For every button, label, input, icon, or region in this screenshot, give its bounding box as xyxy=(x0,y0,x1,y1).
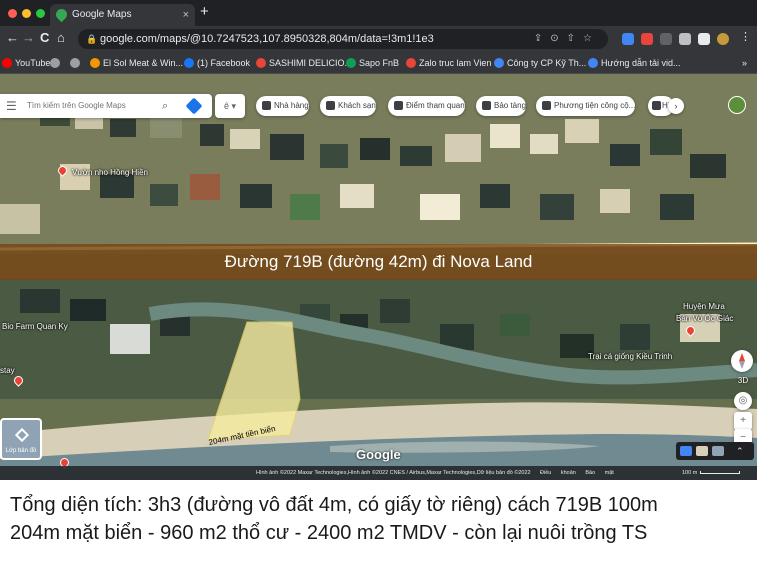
terrain-icon[interactable] xyxy=(712,446,724,456)
minimize-window-button[interactable] xyxy=(22,9,31,18)
road-banner: Đường 719B (đường 42m) đi Nova Land xyxy=(0,244,757,280)
transit-icon xyxy=(542,101,551,110)
museum-icon xyxy=(482,101,491,110)
search-icon[interactable]: ⌕ xyxy=(162,94,168,118)
close-tab-icon[interactable]: × xyxy=(183,4,189,26)
scale-label[interactable]: 100 m xyxy=(682,466,697,480)
zoom-in-button[interactable]: + xyxy=(734,412,752,430)
lock-icon: 🔒 xyxy=(86,34,98,44)
globe-icon xyxy=(50,58,60,68)
scale-bar xyxy=(700,471,740,474)
back-button[interactable]: ← xyxy=(6,30,19,45)
compass-south-icon xyxy=(739,361,745,369)
restaurant-icon xyxy=(262,101,271,110)
google-logo: Google xyxy=(356,447,401,462)
bookmark-sapo[interactable]: Sapo FnB xyxy=(346,52,399,74)
caption-line-1: Tổng diện tích: 3h3 (đường vô đất 4m, có… xyxy=(10,494,658,516)
place-label[interactable]: Trại cá giống Kiều Trinh xyxy=(588,352,672,361)
place-label[interactable]: stay xyxy=(0,366,15,375)
layers-icon xyxy=(14,427,30,443)
tab-google-maps[interactable]: Google Maps × xyxy=(50,4,195,26)
expand-icon[interactable]: ⌃ xyxy=(736,446,748,456)
bookmark-item[interactable] xyxy=(50,52,63,74)
bookmark-zalo[interactable]: Zalo truc lam Vien xyxy=(406,52,491,74)
puzzle-icon[interactable] xyxy=(679,33,691,45)
place-label[interactable]: Vườn nho Hồng Hiền xyxy=(72,168,148,177)
map-search-box[interactable]: ☰ Tìm kiếm trên Google Maps ⌕ xyxy=(0,94,212,118)
browser-window: Google Maps × + ← → C ⌂ 🔒 google.com/map… xyxy=(0,0,757,480)
bookmark-item[interactable] xyxy=(70,52,83,74)
sidebar-icon[interactable] xyxy=(698,33,710,45)
3d-toggle-button[interactable]: 3D xyxy=(733,376,753,385)
browser-menu-icon[interactable]: ⋮ xyxy=(740,30,751,43)
compass-control[interactable] xyxy=(731,350,753,372)
bookmark-youtube[interactable]: YouTube xyxy=(2,52,50,74)
attribution-links[interactable]: Điều khoản Bảo mật xyxy=(540,466,614,480)
account-avatar[interactable] xyxy=(728,96,746,114)
site-icon xyxy=(90,58,100,68)
search-input[interactable]: Tìm kiếm trên Google Maps xyxy=(27,101,126,110)
bookmark-sashimi[interactable]: SASHIMI DELICIO... xyxy=(256,52,352,74)
reload-button[interactable]: C xyxy=(40,30,49,45)
attraction-icon xyxy=(394,101,403,110)
directions-icon[interactable] xyxy=(185,97,203,115)
tab-title: Google Maps xyxy=(72,9,132,20)
map-canvas[interactable]: ☰ Tìm kiếm trên Google Maps ⌕ ê ▾ Nhà hà… xyxy=(0,74,757,480)
caption-line-2: 204m mặt biển - 960 m2 thổ cư - 2400 m2 … xyxy=(10,522,648,544)
map-attribution-bar: Hình ảnh ©2022 Maxar Technologies,Hình ả… xyxy=(0,466,757,480)
attribution-text: Hình ảnh ©2022 Maxar Technologies,Hình ả… xyxy=(256,470,531,476)
extension-icon[interactable] xyxy=(622,33,634,45)
bookmark-el-sol[interactable]: El Sol Meat & Win... xyxy=(90,52,183,74)
browser-toolbar: ← → C ⌂ 🔒 google.com/maps/@10.7247523,10… xyxy=(0,26,757,52)
place-label[interactable]: Huyện Mưa xyxy=(683,302,725,311)
url-text: google.com/maps/@10.7247523,107.8950328,… xyxy=(100,33,434,45)
site-icon xyxy=(494,58,504,68)
home-button[interactable]: ⌂ xyxy=(57,30,65,45)
bookmark-huong-dan[interactable]: Hướng dẫn tải vid... xyxy=(588,52,680,74)
chip-transit[interactable]: Phương tiện công cộ... xyxy=(536,96,636,116)
street-view-icon[interactable] xyxy=(680,446,692,456)
site-icon xyxy=(406,58,416,68)
profile-avatar[interactable] xyxy=(717,33,729,45)
site-icon xyxy=(346,58,356,68)
menu-icon[interactable]: ☰ xyxy=(6,94,17,118)
bookmarks-overflow-button[interactable]: » xyxy=(742,52,747,74)
place-label[interactable]: Bio Farm Quan Ky xyxy=(2,322,68,331)
compass-north-icon xyxy=(739,353,745,361)
google-maps-favicon-icon xyxy=(53,6,70,23)
address-bar[interactable]: 🔒 google.com/maps/@10.7247523,107.895032… xyxy=(78,29,608,49)
site-icon xyxy=(588,58,598,68)
chip-attractions[interactable]: Điểm tham quan xyxy=(388,96,465,116)
forward-button[interactable]: → xyxy=(22,30,35,45)
my-location-button[interactable]: ◎ xyxy=(734,392,752,410)
youtube-icon xyxy=(2,58,12,68)
maximize-window-button[interactable] xyxy=(36,9,45,18)
layers-button[interactable]: Lớp bản đồ xyxy=(0,418,42,460)
transliteration-button[interactable]: ê ▾ xyxy=(215,94,245,118)
globe-icon xyxy=(70,58,80,68)
map-mini-toolbar: ⌃ xyxy=(676,442,754,460)
chip-restaurants[interactable]: Nhà hàng xyxy=(256,96,309,116)
chips-next-button[interactable]: › xyxy=(668,98,684,114)
chip-hotels[interactable]: Khách sạn xyxy=(320,96,376,116)
facebook-icon xyxy=(184,58,194,68)
bookmark-cong-ty[interactable]: Công ty CP Kỹ Th... xyxy=(494,52,586,74)
bookmark-facebook[interactable]: (1) Facebook xyxy=(184,52,250,74)
close-window-button[interactable] xyxy=(8,9,17,18)
more-icon xyxy=(652,101,661,110)
extension-icon[interactable] xyxy=(660,33,672,45)
omnibox-action-icons[interactable]: ⇪⊙⇧☆ xyxy=(534,29,600,49)
chip-museums[interactable]: Bảo tàng xyxy=(476,96,527,116)
hotel-icon xyxy=(326,101,335,110)
bookmarks-bar: YouTube El Sol Meat & Win... (1) Faceboo… xyxy=(0,52,757,74)
extension-icon[interactable] xyxy=(641,33,653,45)
new-tab-button[interactable]: + xyxy=(200,3,209,20)
tab-bar: Google Maps × + xyxy=(0,0,757,26)
map-type-icon[interactable] xyxy=(696,446,708,456)
site-icon xyxy=(256,58,266,68)
place-label[interactable]: Bán Vỏ Ốc Giác xyxy=(676,314,733,323)
